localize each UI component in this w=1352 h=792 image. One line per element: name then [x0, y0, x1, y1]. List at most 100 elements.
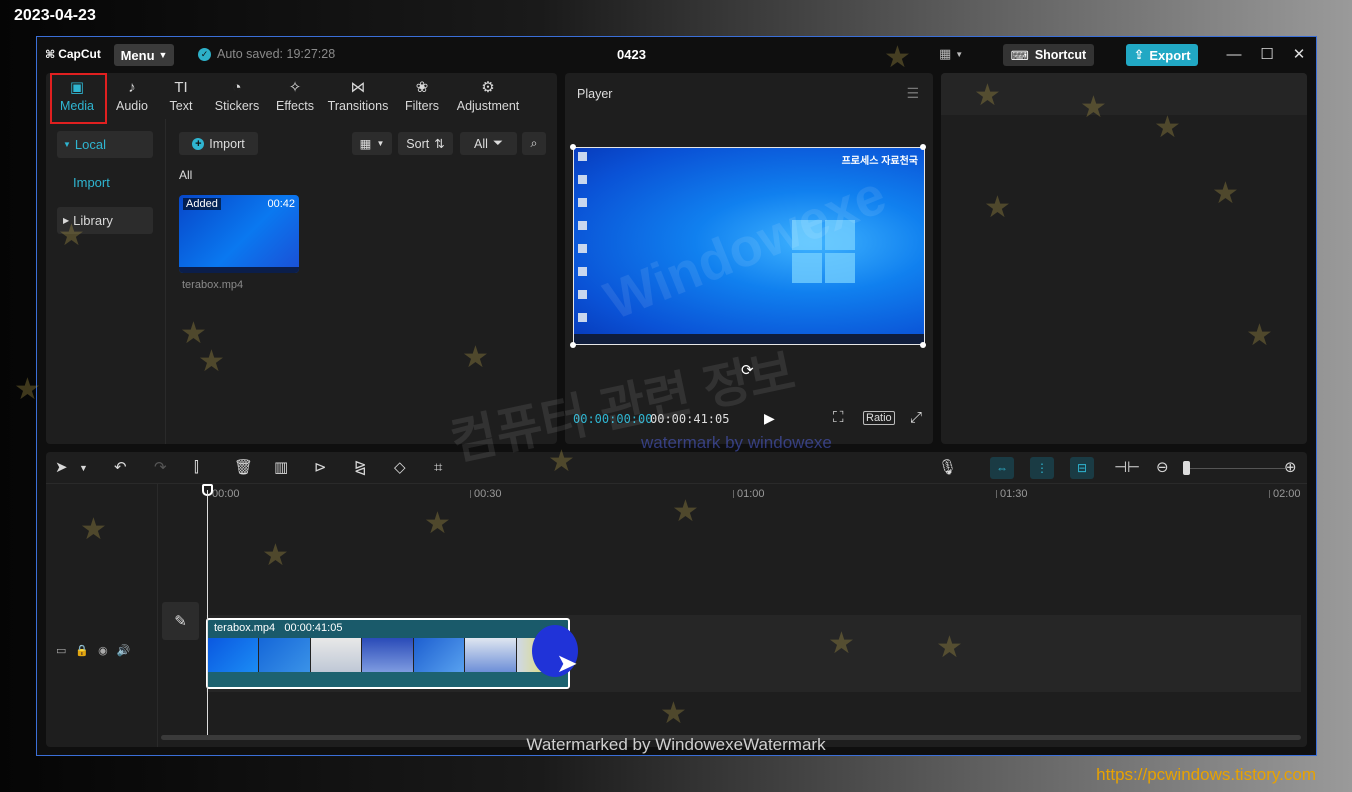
media-tabs: ▣ Media ♪ Audio TI Text ◔ Stickers ✧ Eff… — [46, 73, 557, 119]
reverse-icon[interactable]: ⊳ — [314, 459, 327, 477]
video-preview[interactable]: 프로세스 자료천국 — [573, 147, 925, 345]
play-icon[interactable]: ▶ — [764, 410, 775, 427]
import-button[interactable]: + Import — [179, 132, 258, 155]
view-mode-button[interactable]: ▦ ▼ — [352, 132, 392, 155]
properties-header — [941, 73, 1307, 115]
keyboard-icon: ⌨ — [1010, 48, 1029, 63]
search-button[interactable]: ⌕ — [522, 132, 546, 155]
sidebar-item-library[interactable]: ▶ Library — [57, 207, 153, 234]
autosave-text: Auto saved: 19:27:28 — [217, 47, 336, 61]
tab-stickers[interactable]: ◔ Stickers — [206, 73, 268, 119]
project-title: 0423 — [617, 47, 646, 62]
freeze-icon[interactable]: ▥ — [274, 459, 288, 477]
mirror-icon[interactable]: ⧎ — [354, 459, 367, 477]
linkage-icon[interactable]: ⊟ — [1070, 457, 1094, 479]
tab-effects[interactable]: ✧ Effects — [268, 73, 322, 119]
ruler-label: 02:00 — [1273, 488, 1301, 500]
zoom-out-icon[interactable]: ⊖ — [1156, 459, 1169, 477]
menu-button[interactable]: Menu ▼ — [114, 44, 174, 66]
tab-text[interactable]: TI Text — [156, 73, 206, 119]
lock-icon[interactable]: 🔒 — [75, 644, 89, 657]
tab-label: Audio — [116, 99, 148, 113]
sidebar-item-local[interactable]: ▼ Local — [57, 131, 153, 158]
split-icon[interactable]: ⫿ — [194, 459, 199, 477]
capcut-window: ⌘ CapCut Menu ▼ ✓ Auto saved: 19:27:28 0… — [36, 36, 1317, 756]
tab-filters[interactable]: ❀ Filters — [394, 73, 450, 119]
thumbnail-taskbar — [179, 267, 299, 273]
clip-label: terabox.mp4 00:00:41:05 — [214, 622, 342, 634]
import-label: Import — [209, 136, 245, 151]
tab-label: Effects — [276, 99, 314, 113]
capcut-logo: ⌘ CapCut — [45, 47, 101, 61]
sort-button[interactable]: Sort ⇅ — [398, 132, 453, 155]
current-time: 00:00:00:00 — [573, 412, 653, 426]
tab-label: Transitions — [327, 99, 389, 113]
player-panel: Player ☰ 프로세스 자료천국 ⟳ 00:00:00:00 00:00:4… — [565, 73, 933, 444]
maximize-icon[interactable]: ☐ — [1257, 44, 1277, 64]
auto-snap-icon[interactable]: ⋮ — [1030, 457, 1054, 479]
sidebar-item-import[interactable]: Import — [57, 169, 153, 196]
volume-icon[interactable]: 🔊 — [117, 644, 131, 657]
caret-right-icon: ▶ — [63, 216, 70, 225]
filter-label: All — [474, 136, 488, 151]
microphone-icon[interactable]: 🎙 — [938, 459, 957, 477]
site-url[interactable]: https://pcwindows.tistory.com — [1096, 765, 1316, 785]
ratio-button[interactable]: Ratio — [863, 411, 895, 425]
export-icon: ⇪ — [1133, 47, 1145, 62]
media-thumbnail[interactable]: Added 00:42 — [179, 195, 299, 273]
zoom-in-icon[interactable]: ⊕ — [1284, 459, 1297, 477]
ruler-label: 00:00 — [212, 488, 240, 500]
zoom-slider[interactable] — [1185, 468, 1285, 469]
timeline-panel: ➤ ▼ ↶ ↷ ⫿ 🗑 ▥ ⊳ ⧎ ◇ ⌗ 🎙 ⇔ ⋮ ⊟ ⊣⊢ ⊖ ⊕ 00:… — [46, 452, 1307, 747]
shortcut-label: Shortcut — [1034, 48, 1087, 62]
eye-icon[interactable]: ◉ — [98, 644, 108, 657]
playhead[interactable] — [207, 490, 208, 735]
added-badge: Added — [183, 198, 221, 210]
resize-handle[interactable] — [570, 342, 576, 348]
clip-duration: 00:00:41:05 — [284, 622, 343, 634]
select-pointer-icon[interactable]: ➤ — [55, 459, 68, 477]
track-header: ▭ 🔒 ◉ 🔊 — [46, 484, 158, 747]
tab-transitions[interactable]: ⋈ Transitions — [322, 73, 394, 119]
track-video-icon[interactable]: ▭ — [56, 644, 66, 657]
crop-icon[interactable]: ⌗ — [434, 459, 442, 477]
windows-logo-icon — [792, 220, 856, 284]
fit-screen-icon[interactable]: ⛶ — [833, 409, 844, 426]
export-button[interactable]: ⇪ Export — [1126, 44, 1198, 66]
close-icon[interactable]: ✕ — [1289, 44, 1309, 64]
timeline-clip[interactable]: terabox.mp4 00:00:41:05 — [206, 618, 570, 689]
media-duration: 00:42 — [267, 198, 295, 210]
desktop-icons — [578, 152, 590, 336]
delete-icon[interactable]: 🗑 — [234, 459, 253, 477]
filter-button[interactable]: All ⏷ — [460, 132, 517, 155]
clip-frames — [208, 638, 568, 672]
minimize-icon[interactable]: — — [1224, 44, 1244, 64]
check-icon: ✓ — [198, 47, 211, 61]
layout-button[interactable]: ▦ ▼ — [939, 46, 963, 62]
export-label: Export — [1149, 47, 1191, 63]
undo-icon[interactable]: ↶ — [114, 459, 127, 477]
resize-handle[interactable] — [570, 144, 576, 150]
resize-handle[interactable] — [920, 144, 926, 150]
zoom-slider-handle[interactable] — [1183, 461, 1190, 475]
redo-icon[interactable]: ↷ — [154, 459, 167, 477]
edit-cover-icon[interactable]: ✎ — [162, 602, 199, 640]
capcut-logo-text: CapCut — [58, 47, 101, 61]
chevron-down-icon: ▼ — [376, 139, 385, 148]
resize-handle[interactable] — [920, 342, 926, 348]
sidebar-item-label: Local — [74, 137, 106, 152]
preview-axis-icon[interactable]: ⊣⊢ — [1114, 459, 1140, 477]
hamburger-menu-icon[interactable]: ☰ — [906, 85, 919, 102]
sort-label: Sort — [406, 136, 430, 151]
tab-audio[interactable]: ♪ Audio — [108, 73, 156, 119]
rotate-icon[interactable]: ◇ — [394, 459, 406, 477]
rotate-icon[interactable]: ⟳ — [741, 361, 754, 379]
chevron-down-icon[interactable]: ▼ — [79, 459, 88, 477]
sidebar-item-label: Import — [73, 175, 110, 190]
tab-adjustment[interactable]: ⚙ Adjustment — [450, 73, 526, 119]
shortcut-button[interactable]: ⌨ Shortcut — [1003, 44, 1094, 66]
ruler-label: 00:30 — [474, 488, 502, 500]
filters-icon: ❀ — [415, 79, 429, 96]
main-track-magnet-icon[interactable]: ⇔ — [990, 457, 1014, 479]
fullscreen-icon[interactable]: ⤢ — [910, 409, 922, 426]
